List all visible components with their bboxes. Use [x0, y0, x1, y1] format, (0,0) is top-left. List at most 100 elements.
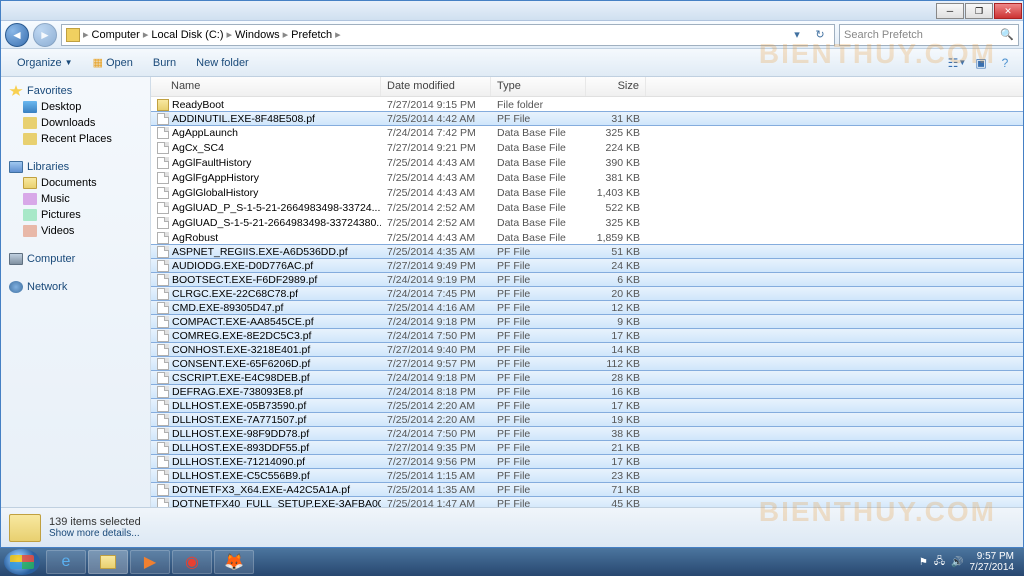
file-size: 14 KB — [586, 344, 646, 356]
breadcrumb-prefetch[interactable]: Prefetch — [291, 29, 332, 41]
file-row[interactable]: DEFRAG.EXE-738093E8.pf7/24/2014 8:18 PMP… — [151, 384, 1023, 399]
file-list[interactable]: Name Date modified Type Size ReadyBoot7/… — [151, 77, 1023, 507]
file-row[interactable]: CONHOST.EXE-3218E401.pf7/27/2014 9:40 PM… — [151, 342, 1023, 357]
file-row[interactable]: DLLHOST.EXE-893DDF55.pf7/27/2014 9:35 PM… — [151, 440, 1023, 455]
file-row[interactable]: CONSENT.EXE-65F6206D.pf7/27/2014 9:57 PM… — [151, 356, 1023, 371]
file-name: ReadyBoot — [172, 99, 224, 111]
show-details-link[interactable]: Show more details... — [49, 528, 141, 539]
file-date: 7/24/2014 9:19 PM — [381, 274, 491, 286]
tray-clock[interactable]: 9:57 PM 7/27/2014 — [970, 551, 1015, 573]
file-name: CMD.EXE-89305D47.pf — [172, 302, 283, 314]
dropdown-icon[interactable]: ▾ — [787, 28, 807, 41]
folder-icon — [157, 99, 169, 111]
minimize-button[interactable]: ─ — [936, 3, 964, 19]
sidebar-item-documents[interactable]: Documents — [5, 175, 146, 191]
file-icon — [157, 484, 169, 496]
file-row[interactable]: AgAppLaunch7/24/2014 7:42 PMData Base Fi… — [151, 125, 1023, 140]
refresh-icon[interactable]: ↻ — [810, 28, 830, 41]
start-button[interactable] — [4, 549, 40, 575]
file-row[interactable]: ADDINUTIL.EXE-8F48E508.pf7/25/2014 4:42 … — [151, 111, 1023, 126]
file-row[interactable]: ReadyBoot7/27/2014 9:15 PMFile folder — [151, 97, 1023, 112]
file-type: Data Base File — [491, 142, 586, 154]
file-row[interactable]: AgGlFaultHistory7/25/2014 4:43 AMData Ba… — [151, 155, 1023, 170]
new-folder-button[interactable]: New folder — [188, 54, 257, 72]
task-firefox[interactable]: 🦊 — [214, 550, 254, 574]
task-media[interactable]: ▶ — [130, 550, 170, 574]
tray-network-icon[interactable]: 🖧 — [934, 554, 945, 571]
column-size[interactable]: Size — [586, 77, 646, 96]
file-row[interactable]: AgGlFgAppHistory7/25/2014 4:43 AMData Ba… — [151, 170, 1023, 185]
view-options-icon[interactable]: ☷ ▼ — [947, 53, 967, 73]
file-icon — [157, 217, 169, 229]
file-icon — [157, 288, 169, 300]
tray-flag-icon[interactable]: ⚑ — [919, 557, 928, 568]
file-date: 7/25/2014 1:35 AM — [381, 484, 491, 496]
sidebar-item-network[interactable]: Network — [5, 279, 146, 295]
close-button[interactable]: ✕ — [994, 3, 1022, 19]
file-row[interactable]: DLLHOST.EXE-71214090.pf7/27/2014 9:56 PM… — [151, 454, 1023, 469]
sidebar-item-recent[interactable]: Recent Places — [5, 131, 146, 147]
search-input[interactable]: Search Prefetch 🔍 — [839, 24, 1019, 46]
file-row[interactable]: AgGlGlobalHistory7/25/2014 4:43 AMData B… — [151, 185, 1023, 200]
file-row[interactable]: DLLHOST.EXE-98F9DD78.pf7/24/2014 7:50 PM… — [151, 426, 1023, 441]
file-icon — [157, 442, 169, 454]
file-row[interactable]: AgCx_SC47/27/2014 9:21 PMData Base File2… — [151, 140, 1023, 155]
file-row[interactable]: CSCRIPT.EXE-E4C98DEB.pf7/24/2014 9:18 PM… — [151, 370, 1023, 385]
file-row[interactable]: DLLHOST.EXE-C5C556B9.pf7/25/2014 1:15 AM… — [151, 468, 1023, 483]
task-explorer[interactable] — [88, 550, 128, 574]
libraries-group[interactable]: Libraries — [5, 159, 146, 175]
file-row[interactable]: DOTNETFX3_X64.EXE-A42C5A1A.pf7/25/2014 1… — [151, 482, 1023, 497]
file-type: PF File — [491, 498, 586, 508]
file-type: Data Base File — [491, 172, 586, 184]
file-row[interactable]: CMD.EXE-89305D47.pf7/25/2014 4:16 AMPF F… — [151, 300, 1023, 315]
sidebar-item-downloads[interactable]: Downloads — [5, 115, 146, 131]
breadcrumb-drive[interactable]: Local Disk (C:) — [151, 29, 223, 41]
maximize-button[interactable]: ❐ — [965, 3, 993, 19]
preview-pane-icon[interactable]: ▣ — [971, 53, 991, 73]
task-app[interactable]: ◉ — [172, 550, 212, 574]
column-date[interactable]: Date modified — [381, 77, 491, 96]
task-ie[interactable]: e — [46, 550, 86, 574]
address-bar[interactable]: ▸ Computer ▸ Local Disk (C:) ▸ Windows ▸… — [61, 24, 835, 46]
organize-menu[interactable]: Organize▼ — [9, 54, 81, 72]
file-row[interactable]: AUDIODG.EXE-D0D776AC.pf7/27/2014 9:49 PM… — [151, 258, 1023, 273]
file-row[interactable]: DOTNETFX40_FULL_SETUP.EXE-3AFBA00...7/25… — [151, 496, 1023, 507]
file-row[interactable]: AgGlUAD_S-1-5-21-2664983498-33724380...7… — [151, 215, 1023, 230]
sidebar-item-desktop[interactable]: Desktop — [5, 99, 146, 115]
file-name: CONSENT.EXE-65F6206D.pf — [172, 358, 310, 370]
file-row[interactable]: COMPACT.EXE-AA8545CE.pf7/24/2014 9:18 PM… — [151, 314, 1023, 329]
open-button[interactable]: ▦Open — [85, 53, 141, 72]
file-icon — [157, 274, 169, 286]
breadcrumb-windows[interactable]: Windows — [235, 29, 280, 41]
file-row[interactable]: DLLHOST.EXE-7A771507.pf7/25/2014 2:20 AM… — [151, 412, 1023, 427]
file-date: 7/24/2014 7:50 PM — [381, 330, 491, 342]
file-row[interactable]: AgRobust7/25/2014 4:43 AMData Base File1… — [151, 230, 1023, 245]
sidebar-item-pictures[interactable]: Pictures — [5, 207, 146, 223]
system-tray[interactable]: ⚑ 🖧 🔊 9:57 PM 7/27/2014 — [919, 551, 1020, 573]
file-size: 9 KB — [586, 316, 646, 328]
file-row[interactable]: COMREG.EXE-8E2DC5C3.pf7/24/2014 7:50 PMP… — [151, 328, 1023, 343]
file-icon — [157, 157, 169, 169]
file-name: CLRGC.EXE-22C68C78.pf — [172, 288, 298, 300]
file-name: DLLHOST.EXE-893DDF55.pf — [172, 442, 309, 454]
music-icon — [23, 193, 37, 205]
file-icon — [157, 372, 169, 384]
file-row[interactable]: CLRGC.EXE-22C68C78.pf7/24/2014 7:45 PMPF… — [151, 286, 1023, 301]
file-row[interactable]: AgGlUAD_P_S-1-5-21-2664983498-33724...7/… — [151, 200, 1023, 215]
breadcrumb-computer[interactable]: Computer — [92, 29, 140, 41]
file-row[interactable]: BOOTSECT.EXE-F6DF2989.pf7/24/2014 9:19 P… — [151, 272, 1023, 287]
sidebar-item-computer[interactable]: Computer — [5, 251, 146, 267]
column-type[interactable]: Type — [491, 77, 586, 96]
file-row[interactable]: ASPNET_REGIIS.EXE-A6D536DD.pf7/25/2014 4… — [151, 244, 1023, 259]
favorites-group[interactable]: Favorites — [5, 83, 146, 99]
back-button[interactable]: ◄ — [5, 23, 29, 47]
help-icon[interactable]: ? — [995, 53, 1015, 73]
file-row[interactable]: DLLHOST.EXE-05B73590.pf7/25/2014 2:20 AM… — [151, 398, 1023, 413]
tray-volume-icon[interactable]: 🔊 — [951, 557, 963, 568]
sidebar-item-videos[interactable]: Videos — [5, 223, 146, 239]
forward-button[interactable]: ► — [33, 23, 57, 47]
file-icon — [157, 456, 169, 468]
burn-button[interactable]: Burn — [145, 54, 184, 72]
sidebar-item-music[interactable]: Music — [5, 191, 146, 207]
column-name[interactable]: Name — [151, 77, 381, 96]
